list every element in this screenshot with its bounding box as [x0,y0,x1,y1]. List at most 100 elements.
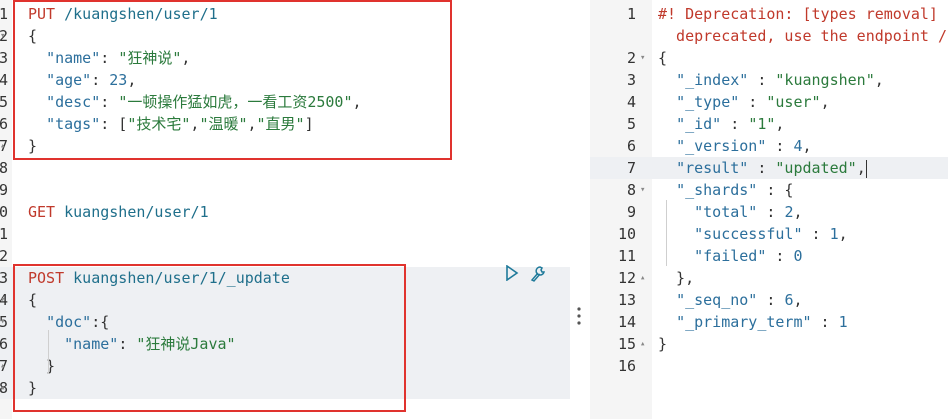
line-number: 5 [626,115,636,133]
request-line[interactable]: 2 [0,245,570,267]
request-line[interactable]: 4 "age": 23, [0,69,570,91]
response-line[interactable]: 10 "successful" : 1, [590,223,948,245]
request-line[interactable]: 5 ▾ "doc":{ [0,311,570,333]
line-number: 4 [0,71,8,89]
fold-open-icon[interactable]: ▾ [640,179,645,201]
text-cursor [865,159,867,178]
line-number: 6 [0,335,8,353]
request-line[interactable]: 7 ▴ } [0,355,570,377]
token-pun [658,291,676,309]
code-text: "age": 23, [28,69,136,91]
line-number: 9 [626,203,636,221]
token-key: "_seq_no" [676,291,758,309]
line-number: 15 [617,335,636,353]
fold-open-icon[interactable]: ▾ [0,289,5,311]
request-line[interactable]: 8 [0,157,570,179]
code-text: #! Deprecation: [types removal] Specifyi… [658,3,948,25]
token-str: "一顿操作猛如虎，一看工资2500" [118,93,353,111]
fold-open-icon[interactable]: ▾ [0,311,5,333]
code-text: "_index" : "kuangshen", [658,69,884,91]
request-line[interactable]: 8 ▴} [0,377,570,399]
request-settings-button[interactable] [527,265,549,287]
line-number: 0 [0,203,8,221]
code-text: "_seq_no" : 6, [658,289,802,311]
token-pun: : [802,225,830,243]
response-line[interactable]: 6 "_version" : 4, [590,135,948,157]
request-line[interactable]: 1 PUT /kuangshen/user/1 [0,3,570,25]
request-line[interactable]: 5 "desc": "一顿操作猛如虎，一看工资2500", [0,91,570,113]
response-line[interactable]: 3 "_index" : "kuangshen", [590,69,948,91]
request-line[interactable]: 6 "name": "狂神说Java" [0,333,570,355]
line-number: 16 [617,357,636,375]
token-key: "total" [694,203,758,221]
token-pun: : [739,93,767,111]
response-line[interactable]: 13 "_seq_no" : 6, [590,289,948,311]
token-pun: } [28,379,38,397]
token-pun [658,247,694,265]
token-pun [658,159,676,177]
line-number: 1 [626,5,636,23]
token-method: POST [28,269,74,287]
run-request-button[interactable] [501,264,523,287]
fold-open-icon[interactable]: ▾ [640,47,645,69]
token-pun: { [658,49,668,67]
response-line[interactable]: 16 [590,355,948,377]
request-line[interactable]: 9 [0,179,570,201]
request-line[interactable]: 1 [0,223,570,245]
response-line[interactable]: 11 "failed" : 0 [590,245,948,267]
token-pun: , [181,49,191,67]
request-line[interactable]: 2 ▾{ [0,25,570,47]
response-line[interactable]: 5 "_id" : "1", [590,113,948,135]
token-pun: , [802,137,812,155]
request-line[interactable]: 4 ▾{ [0,289,570,311]
fold-close-icon[interactable]: ▴ [640,267,645,289]
request-editor[interactable]: 1 PUT /kuangshen/user/1 2 ▾ {3 "name": "狂神说"… [0,0,570,419]
line-number: 10 [617,225,636,243]
pane-splitter[interactable] [570,0,590,419]
line-number: 5 [0,93,8,111]
code-text: "_primary_term" : 1 [658,311,848,333]
token-pun: : [721,115,749,133]
token-pun [28,115,46,133]
fold-close-icon[interactable]: ▴ [0,135,5,157]
request-line[interactable]: 7 ▴} [0,135,570,157]
line-number: 12 [617,269,636,287]
token-key: "_index" [676,71,749,89]
fold-open-icon[interactable]: ▾ [0,25,5,47]
fold-close-icon[interactable]: ▴ [0,377,5,399]
vertical-dots-icon[interactable] [576,306,582,326]
token-key: "result" [676,159,749,177]
request-line[interactable]: 3 "name": "狂神说", [0,47,570,69]
response-line[interactable]: 15 ▴} [590,333,948,355]
fold-close-icon[interactable]: ▴ [0,355,5,377]
code-text: "_version" : 4, [658,135,812,157]
request-line[interactable]: 0 GET kuangshen/user/1 [0,201,570,223]
response-line[interactable]: 14 "_primary_term" : 1 [590,311,948,333]
token-str: "1" [748,115,776,133]
response-line[interactable]: 7 "result" : "updated", [590,157,948,179]
response-line[interactable]: 8 ▾ "_shards" : { [590,179,948,201]
code-text: { [28,25,37,47]
response-line[interactable]: 12 ▴ }, [590,267,948,289]
response-line[interactable]: deprecated, use the endpoint /{index}/_u… [590,25,948,47]
token-pun [658,313,676,331]
response-line[interactable]: 1 #! Deprecation: [types removal] Specify… [590,3,948,25]
request-line[interactable]: 3 POST kuangshen/user/1/_update [0,267,570,289]
token-str: "技术宅" [127,115,191,133]
token-key: "_type" [676,93,740,111]
token-pun: : [100,93,119,111]
token-pun: : [748,71,776,89]
response-line[interactable]: 2 ▾ { [590,47,948,69]
line-number: 14 [617,313,636,331]
fold-close-icon[interactable]: ▴ [640,333,645,355]
response-line[interactable]: 9 "total" : 2, [590,201,948,223]
line-number: 2 [0,247,8,265]
response-viewer[interactable]: 1 #! Deprecation: [types removal] Specify… [590,0,948,419]
token-pun [658,71,676,89]
token-str: "user" [766,93,821,111]
response-line[interactable]: 4 "_type" : "user", [590,91,948,113]
request-line[interactable]: 6 "tags": ["技术宅","温暖","直男"] [0,113,570,135]
token-pun: , [775,115,785,133]
token-method: PUT [28,5,65,23]
code-text: "_shards" : { [658,179,793,201]
